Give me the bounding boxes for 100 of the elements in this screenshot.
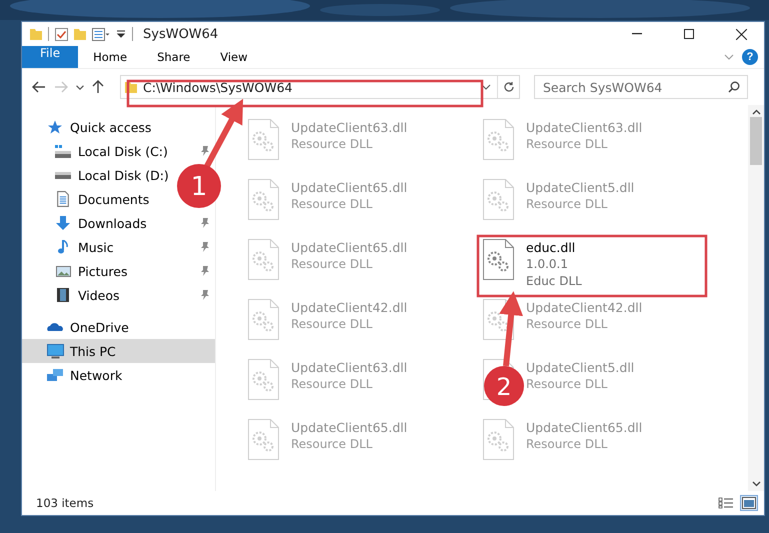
ribbon-tab[interactable]: View	[205, 46, 263, 68]
dll-file-icon	[483, 179, 514, 220]
back-icon	[32, 81, 46, 93]
recent-locations-button[interactable]	[74, 82, 86, 92]
file-detail: Educ DLL	[526, 273, 582, 290]
sidebar-item[interactable]: Pictures	[22, 259, 132, 283]
dll-file-icon	[483, 119, 514, 160]
file-detail: Resource DLL	[291, 376, 374, 393]
drive-icon	[55, 172, 71, 178]
sidebar-item[interactable]: Music	[22, 235, 118, 259]
file-detail: Resource DLL	[291, 256, 374, 273]
file-detail: Resource DLL	[291, 136, 374, 153]
cloud-icon	[47, 322, 63, 332]
back-button[interactable]	[30, 79, 48, 95]
file-name: UpdateClient63.dll	[526, 119, 642, 136]
pin-icon[interactable]	[201, 146, 209, 156]
dll-file-icon	[248, 119, 279, 160]
music-icon	[58, 240, 68, 254]
dll-file-icon	[248, 419, 279, 460]
scrollbar[interactable]	[748, 105, 764, 491]
file-detail: Resource DLL	[526, 196, 608, 213]
customize-dropdown-icon[interactable]	[116, 30, 126, 38]
refresh-icon	[502, 81, 514, 93]
minimize-icon	[632, 33, 642, 35]
chevron-down-icon	[76, 84, 84, 90]
file-detail: Resource DLL	[526, 136, 608, 153]
chevron-down-icon[interactable]	[481, 84, 491, 90]
network-icon	[47, 369, 63, 381]
picture-icon	[56, 266, 70, 276]
close-icon	[736, 28, 746, 40]
file-name: UpdateClient63.dll	[291, 359, 408, 376]
file-detail: Resource DLL	[526, 376, 608, 393]
pin-icon[interactable]	[201, 218, 209, 228]
dll-file-icon	[483, 419, 514, 460]
scroll-down-icon[interactable]	[752, 481, 760, 487]
properties-icon[interactable]	[55, 28, 68, 40]
sidebar-item[interactable]: OneDrive	[22, 315, 215, 339]
step-callout: 1	[177, 164, 221, 208]
file-name: educ.dll	[526, 239, 576, 256]
file-name: UpdateClient42.dll	[291, 299, 408, 316]
document-icon	[57, 191, 69, 207]
pin-icon[interactable]	[201, 290, 209, 300]
sidebar-item[interactable]: Network	[22, 363, 215, 387]
up-button[interactable]	[90, 78, 106, 96]
dll-file-icon	[248, 179, 279, 220]
file-detail: Resource DLL	[291, 316, 374, 333]
pin-icon[interactable]	[201, 266, 209, 276]
file-detail: Resource DLL	[291, 436, 374, 453]
film-icon	[57, 288, 69, 302]
star-icon	[47, 120, 63, 134]
file-name: UpdateClient65.dll	[291, 239, 408, 256]
expand-ribbon-icon[interactable]	[724, 54, 734, 60]
sidebar-item[interactable]: Quick access	[22, 115, 215, 139]
file-name: UpdateClient5.dll	[526, 179, 634, 196]
sidebar-item[interactable]: Local Disk (D:)	[22, 163, 173, 187]
address-path: C:\Windows\SysWOW64	[143, 80, 294, 94]
maximize-icon	[684, 29, 694, 39]
details-view-button[interactable]	[716, 495, 736, 511]
file-name: UpdateClient65.dll	[526, 419, 642, 436]
file-item[interactable]: educ.dll 1.0.0.1 Educ DLL	[479, 235, 714, 290]
sidebar-item[interactable]: Local Disk (C:)	[22, 139, 172, 163]
item-count: 103 items	[36, 496, 94, 510]
file-name: UpdateClient5.dll	[526, 359, 634, 376]
file-detail: 1.0.0.1	[526, 256, 569, 273]
pin-icon[interactable]	[201, 242, 209, 252]
sidebar-item[interactable]: Downloads	[22, 211, 151, 235]
dll-file-icon	[483, 239, 514, 280]
file-name: UpdateClient65.dll	[291, 419, 408, 436]
sidebar-item[interactable]: This PC	[22, 339, 215, 363]
folder-icon	[30, 28, 42, 40]
view-menu-icon[interactable]	[92, 28, 110, 40]
file-detail: Resource DLL	[526, 436, 608, 453]
file-name: UpdateClient63.dll	[291, 119, 408, 136]
download-icon	[56, 216, 70, 230]
search-field[interactable]: Search SysWOW64	[534, 75, 748, 99]
dll-file-icon	[248, 299, 279, 340]
window-title: SysWOW64	[143, 26, 218, 42]
scrollbar-thumb[interactable]	[750, 117, 762, 165]
file-detail: Resource DLL	[291, 196, 374, 213]
dll-file-icon	[248, 239, 279, 280]
sidebar-item[interactable]: Documents	[22, 187, 154, 211]
sidebar-item[interactable]: Videos	[22, 283, 124, 307]
address-bar[interactable]: C:\Windows\SysWOW64	[120, 75, 520, 99]
drive-icon	[55, 144, 71, 158]
file-name: UpdateClient42.dll	[526, 299, 642, 316]
file-detail: Resource DLL	[526, 316, 608, 333]
ribbon-tab[interactable]: Home	[78, 46, 142, 68]
monitor-icon	[46, 344, 64, 358]
dll-file-icon	[483, 299, 514, 340]
up-icon	[92, 80, 104, 94]
ribbon-tab[interactable]: Share	[142, 46, 206, 68]
help-button[interactable]: ?	[742, 49, 758, 65]
large-icons-view-button[interactable]	[740, 495, 758, 511]
scroll-up-icon[interactable]	[752, 109, 760, 115]
search-icon	[728, 81, 740, 93]
dll-file-icon	[248, 359, 279, 400]
step-callout: 2	[484, 366, 524, 406]
callout-arrow	[203, 98, 244, 170]
file-name: UpdateClient65.dll	[291, 179, 408, 196]
forward-icon	[54, 81, 68, 93]
